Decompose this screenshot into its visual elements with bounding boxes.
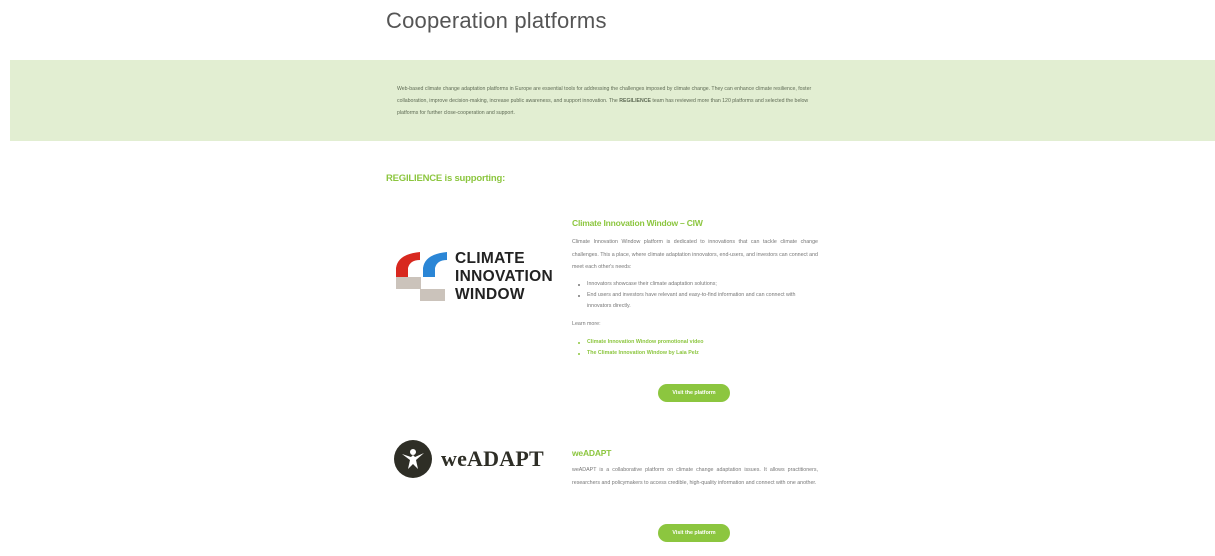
- ciw-bullet-list: Innovators showcase their climate adapta…: [572, 279, 818, 312]
- intro-text: Web-based climate change adaptation plat…: [397, 83, 829, 119]
- list-item: Innovators showcase their climate adapta…: [572, 279, 818, 290]
- ciw-video-link[interactable]: Climate Innovation Window promotional vi…: [572, 337, 818, 348]
- ciw-logo-line: WINDOW: [455, 286, 525, 303]
- intro-brand: REGILIENCE: [619, 98, 651, 104]
- ciw-logo-grey-block: [396, 277, 421, 289]
- page-title: Cooperation platforms: [386, 8, 607, 33]
- intro-band: Web-based climate change adaptation plat…: [10, 60, 1215, 141]
- weadapt-description: weADAPT is a collaborative platform on c…: [572, 467, 818, 486]
- ciw-link-list: Climate Innovation Window promotional vi…: [572, 337, 818, 359]
- ciw-logo-red-shape: [396, 252, 420, 277]
- ciw-logo-blue-shape: [423, 252, 447, 277]
- weadapt-logo-text: weADAPT: [441, 446, 544, 471]
- ciw-logo-line: CLIMATE: [455, 250, 525, 267]
- weadapt-title: weADAPT: [572, 448, 612, 458]
- weadapt-logo[interactable]: weADAPT: [394, 440, 559, 480]
- weadapt-figure-icon: [394, 440, 432, 478]
- supporting-heading: REGILIENCE is supporting:: [386, 173, 506, 184]
- list-item: End users and investors have relevant an…: [572, 290, 818, 312]
- ciw-logo-line: INNOVATION: [455, 268, 554, 285]
- ciw-logo[interactable]: CLIMATE INNOVATION WINDOW: [394, 250, 559, 306]
- ciw-title: Climate Innovation Window – CIW: [572, 218, 703, 228]
- weadapt-figure-icon: [402, 449, 424, 469]
- ciw-logo-text: CLIMATE INNOVATION WINDOW: [455, 250, 553, 304]
- visit-platform-button[interactable]: Visit the platform: [658, 384, 730, 402]
- visit-platform-button[interactable]: Visit the platform: [658, 524, 730, 542]
- ciw-logo-grey-block: [420, 289, 445, 301]
- ciw-article-link[interactable]: The Climate Innovation Window by Laia Pe…: [572, 348, 818, 359]
- ciw-description: Climate Innovation Window platform is de…: [572, 239, 818, 270]
- learn-more-label: Learn more:: [572, 321, 601, 327]
